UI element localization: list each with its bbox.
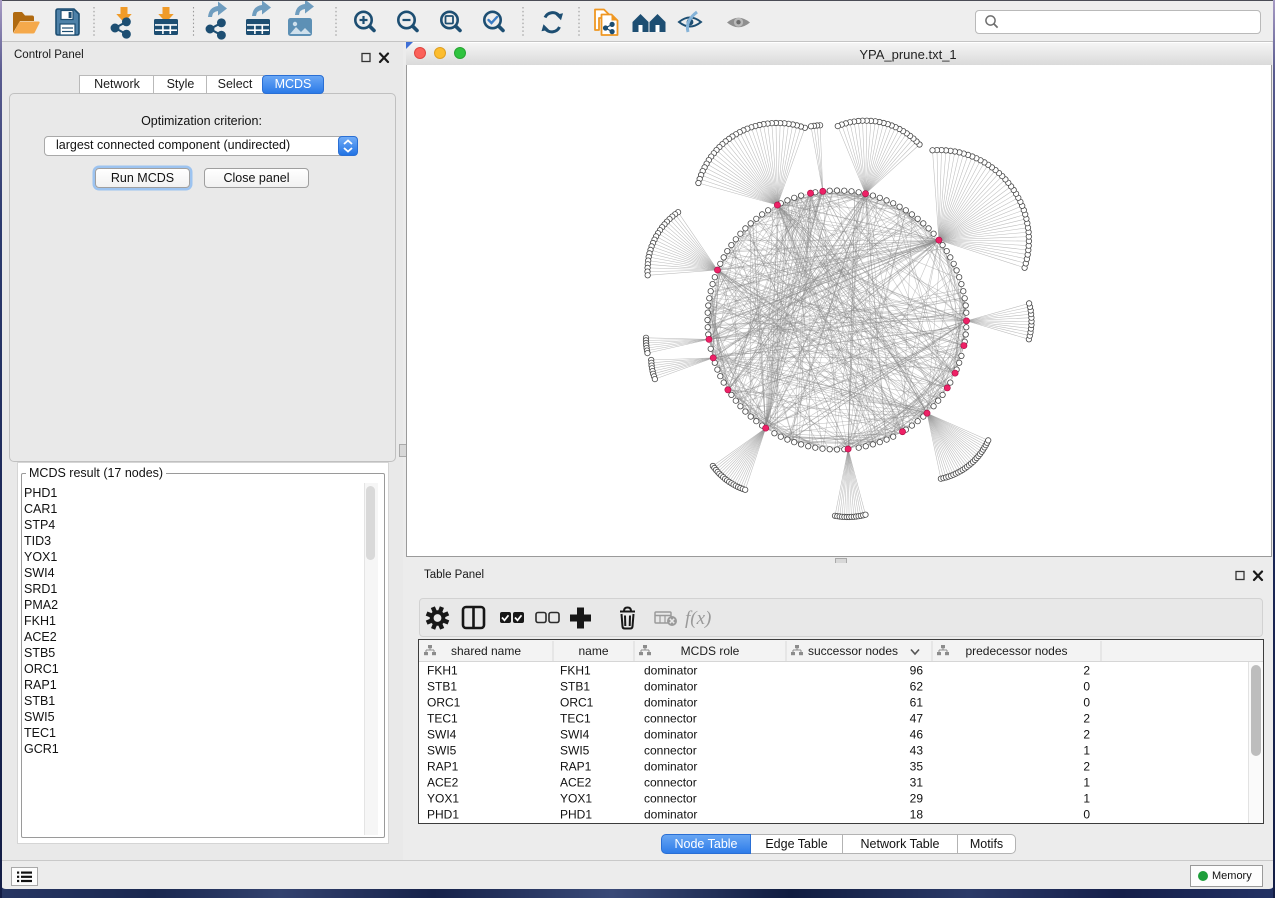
svg-text:dominator: dominator	[644, 728, 697, 742]
svg-text:2: 2	[1083, 712, 1090, 726]
svg-text:connector: connector	[644, 744, 697, 758]
svg-text:connector: connector	[644, 776, 697, 790]
svg-text:STB1: STB1	[560, 680, 590, 694]
svg-text:FKH1: FKH1	[427, 664, 458, 678]
svg-text:MCDS role: MCDS role	[681, 644, 740, 658]
svg-text:dominator: dominator	[644, 696, 697, 710]
svg-text:1: 1	[1083, 744, 1090, 758]
svg-text:96: 96	[910, 664, 924, 678]
svg-text:SWI4: SWI4	[427, 728, 457, 742]
svg-text:1: 1	[1083, 776, 1090, 790]
svg-text:YOX1: YOX1	[427, 792, 459, 806]
svg-text:0: 0	[1083, 808, 1090, 822]
svg-text:dominator: dominator	[644, 680, 697, 694]
svg-text:YOX1: YOX1	[560, 792, 592, 806]
svg-text:dominator: dominator	[644, 808, 697, 822]
svg-text:connector: connector	[644, 712, 697, 726]
svg-text:predecessor nodes: predecessor nodes	[965, 644, 1067, 658]
svg-text:47: 47	[910, 712, 924, 726]
svg-text:0: 0	[1083, 696, 1090, 710]
svg-text:61: 61	[910, 696, 924, 710]
svg-text:18: 18	[910, 808, 924, 822]
svg-text:ACE2: ACE2	[427, 776, 459, 790]
svg-text:ACE2: ACE2	[560, 776, 592, 790]
svg-text:2: 2	[1083, 760, 1090, 774]
svg-text:31: 31	[910, 776, 924, 790]
svg-text:PHD1: PHD1	[427, 808, 459, 822]
svg-text:successor nodes: successor nodes	[808, 644, 898, 658]
svg-text:29: 29	[910, 792, 924, 806]
svg-text:f(x): f(x)	[685, 608, 711, 629]
svg-text:TEC1: TEC1	[427, 712, 458, 726]
svg-text:shared name: shared name	[451, 644, 521, 658]
svg-text:RAP1: RAP1	[560, 760, 592, 774]
svg-text:FKH1: FKH1	[560, 664, 591, 678]
svg-text:1: 1	[1083, 792, 1090, 806]
svg-text:SWI4: SWI4	[560, 728, 590, 742]
svg-text:43: 43	[910, 744, 924, 758]
svg-text:RAP1: RAP1	[427, 760, 459, 774]
svg-text:SWI5: SWI5	[427, 744, 457, 758]
svg-text:connector: connector	[644, 792, 697, 806]
svg-text:dominator: dominator	[644, 760, 697, 774]
svg-text:46: 46	[910, 728, 924, 742]
svg-text:2: 2	[1083, 664, 1090, 678]
svg-text:TEC1: TEC1	[560, 712, 591, 726]
svg-text:ORC1: ORC1	[560, 696, 594, 710]
svg-text:SWI5: SWI5	[560, 744, 590, 758]
svg-text:PHD1: PHD1	[560, 808, 592, 822]
svg-text:dominator: dominator	[644, 664, 697, 678]
svg-text:0: 0	[1083, 680, 1090, 694]
svg-text:35: 35	[910, 760, 924, 774]
svg-text:2: 2	[1083, 728, 1090, 742]
svg-text:name: name	[578, 644, 608, 658]
svg-text:ORC1: ORC1	[427, 696, 461, 710]
svg-text:STB1: STB1	[427, 680, 457, 694]
svg-text:62: 62	[910, 680, 924, 694]
